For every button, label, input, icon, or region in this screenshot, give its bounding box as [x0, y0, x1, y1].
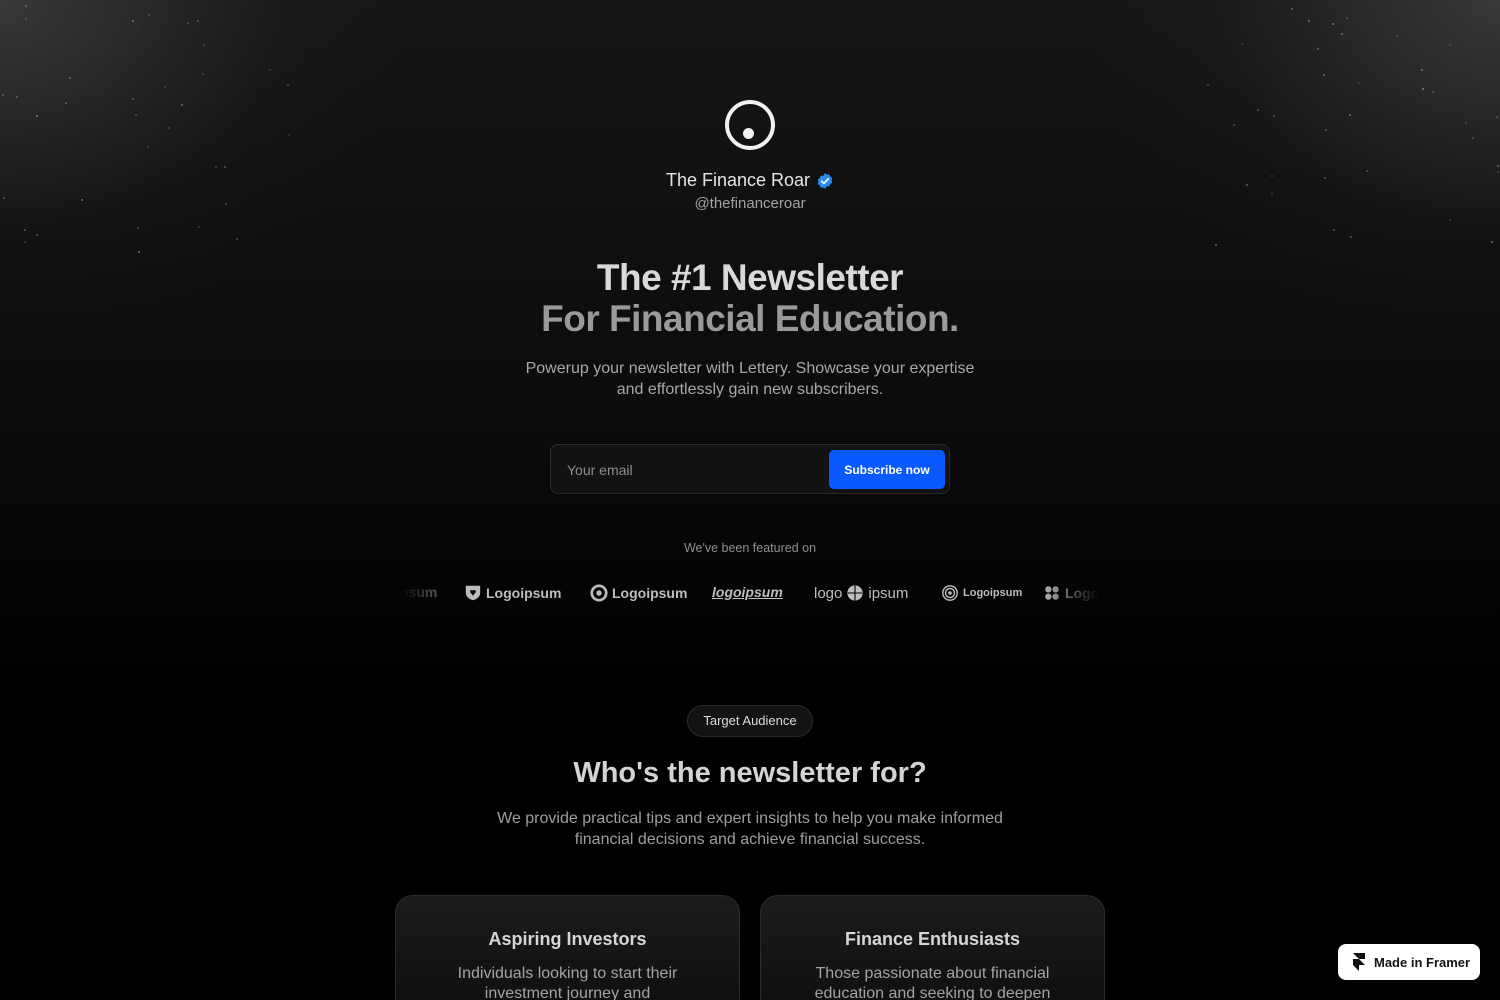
profile-handle: @thefinanceroar: [694, 195, 806, 212]
email-input[interactable]: [567, 457, 817, 483]
section-title: Who's the newsletter for?: [573, 757, 927, 789]
profile-name-row: The Finance Roar: [0, 170, 1500, 191]
logo-partial: psum: [400, 584, 437, 600]
framer-logo-icon: [1353, 953, 1365, 971]
logo-text: Logoipsum: [612, 585, 688, 601]
logo-spiral: Logoipsum: [941, 584, 1022, 602]
card-title: Aspiring Investors: [488, 929, 647, 949]
subscribe-button[interactable]: Subscribe now: [829, 450, 945, 489]
logo-wordmark: logoipsum: [712, 584, 783, 600]
signup-form: Subscribe now: [550, 444, 950, 494]
logo-text: psum: [400, 584, 438, 600]
logo-globe: logo ipsum: [814, 584, 908, 602]
logo-text: Logoipsum: [486, 585, 562, 601]
avatar: [725, 100, 775, 150]
avatar-dot: [743, 128, 754, 139]
section-subtitle: We provide practical tips and expert ins…: [497, 810, 1003, 848]
hero-subtitle: Powerup your newsletter with Lettery. Sh…: [525, 360, 975, 398]
card-text: Individuals looking to start their inves…: [457, 965, 678, 1000]
logo-prefix: logo: [814, 584, 843, 602]
hero-title-line1: The #1 Newsletter: [596, 257, 904, 298]
hero-title: The #1 Newsletter For Financial Educatio…: [0, 257, 1500, 339]
target-audience-pill: Target Audience: [687, 705, 813, 737]
page: The Finance Roar @thefinanceroar The #1 …: [0, 0, 1500, 1000]
logo-text: logoipsum: [712, 584, 783, 600]
logo-text: Logoipsum: [963, 587, 1023, 599]
spiral-logo-icon: [942, 585, 958, 601]
card-title: Finance Enthusiasts: [844, 929, 1021, 949]
profile-name: The Finance Roar: [665, 170, 811, 190]
audience-card: Finance Enthusiasts Those passionate abo…: [760, 895, 1105, 1000]
made-in-framer-badge[interactable]: Made in Framer: [1338, 944, 1480, 980]
flower-logo-icon: [1045, 586, 1059, 600]
logo-text: ipsum: [868, 584, 909, 602]
card-text: Those passionate about financial educati…: [814, 965, 1051, 1000]
globe-logo-icon: [847, 585, 864, 601]
featured-logos-marquee: psum Logoipsum Logoipsum logoipsum logo: [400, 580, 1100, 610]
logo-ring: Logoipsum: [590, 584, 687, 602]
verified-badge-icon: [817, 172, 833, 189]
framer-badge-label: Made in Framer: [1374, 954, 1471, 970]
hero-title-line2: For Financial Education.: [541, 298, 959, 339]
logo-shield: Logoipsum: [464, 584, 561, 602]
featured-label: We've been featured on: [683, 541, 817, 555]
ring-logo-icon: [590, 584, 608, 602]
logo-flower: Logo: [1043, 584, 1099, 602]
shield-logo-icon: [465, 585, 481, 601]
logo-text: Logo: [1065, 585, 1100, 601]
audience-card: Aspiring Investors Individuals looking t…: [395, 895, 740, 1000]
